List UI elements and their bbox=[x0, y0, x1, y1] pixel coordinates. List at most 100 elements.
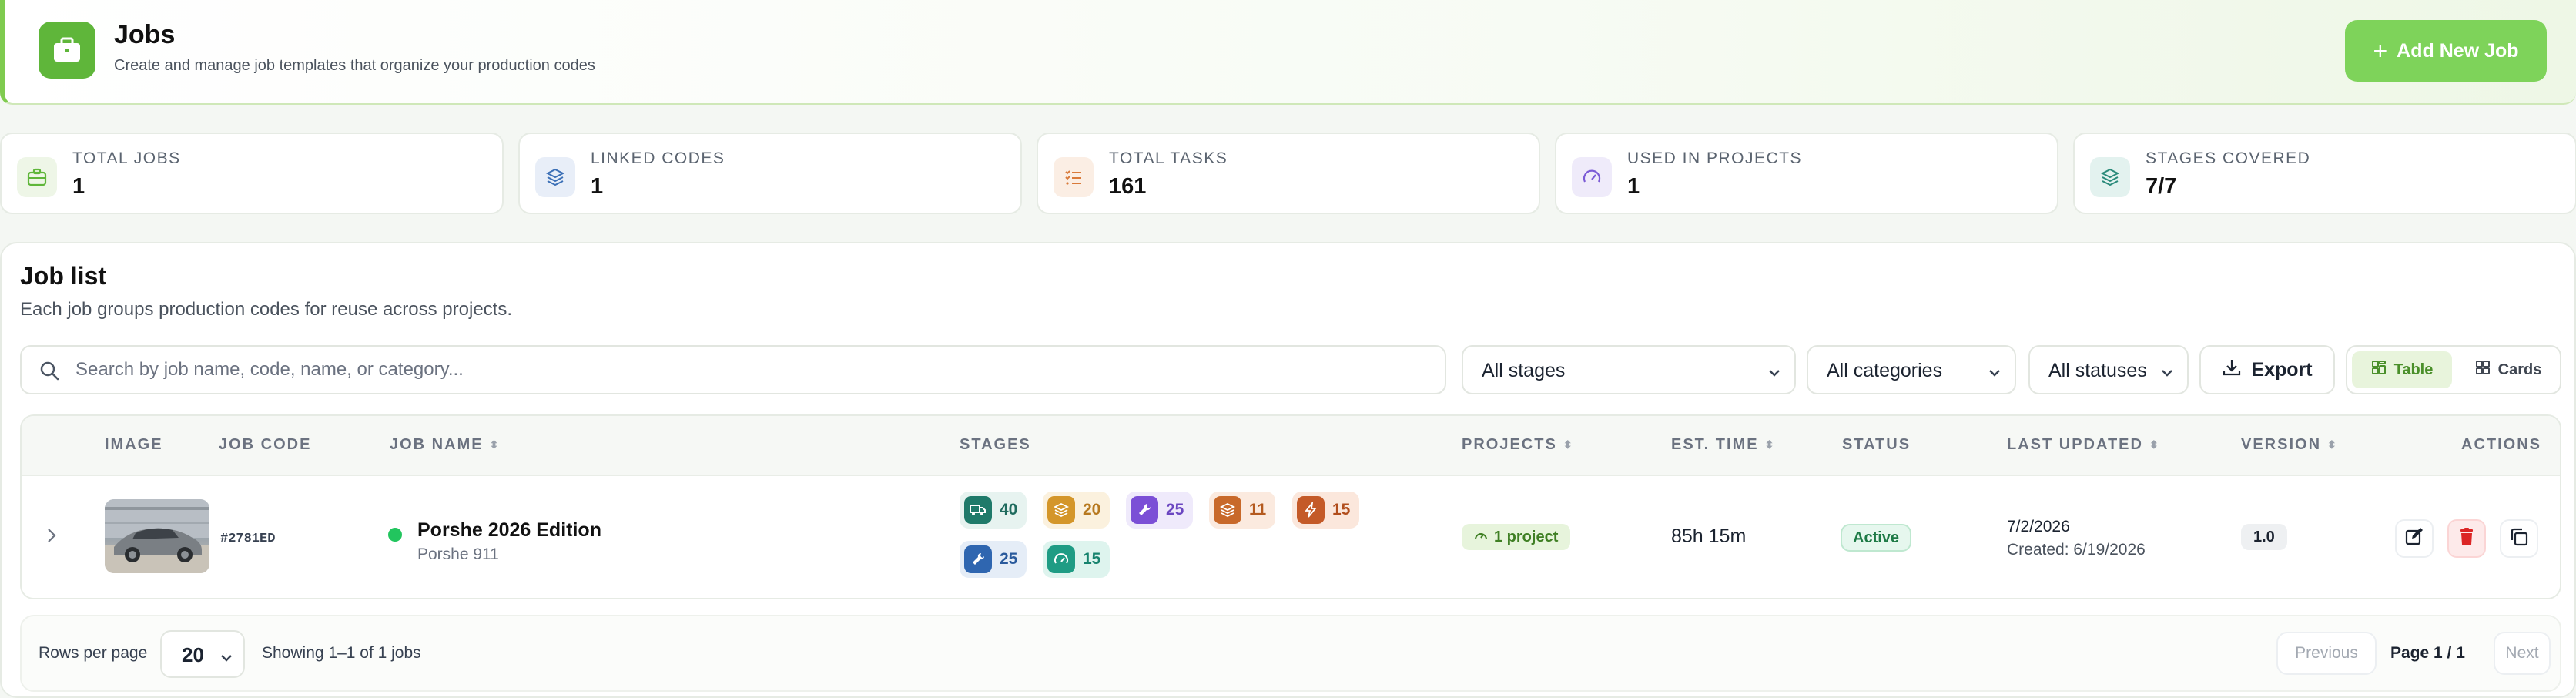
edit-button[interactable] bbox=[2395, 519, 2434, 558]
stage-chip[interactable]: 15 bbox=[1292, 492, 1360, 529]
stage-count: 11 bbox=[1249, 501, 1267, 518]
page-subtitle: Create and manage job templates that org… bbox=[114, 57, 595, 74]
stage-count: 20 bbox=[1083, 501, 1101, 518]
sort-icon: ⬍ bbox=[2149, 438, 2159, 451]
stat-label: STAGES COVERED bbox=[2146, 149, 2311, 167]
bolt-icon bbox=[1297, 496, 1325, 524]
export-button[interactable]: Export bbox=[2199, 345, 2335, 394]
last-updated-date: 7/2/2026 bbox=[2007, 518, 2070, 535]
briefcase-icon bbox=[17, 157, 57, 197]
created-date: Created: 6/19/2026 bbox=[2007, 541, 2146, 559]
job-subtitle: Porshe 911 bbox=[417, 545, 499, 563]
categories-filter-select[interactable]: All categories bbox=[1807, 345, 2016, 394]
stat-value: 1 bbox=[72, 174, 85, 199]
gauge-icon bbox=[1474, 529, 1488, 546]
checklist-icon bbox=[1054, 157, 1094, 197]
column-header-projects[interactable]: PROJECTS ⬍ bbox=[1462, 436, 1573, 454]
stage-chip[interactable]: 25 bbox=[960, 541, 1027, 578]
copy-icon bbox=[2509, 527, 2529, 551]
chevron-down-icon bbox=[1987, 364, 2002, 386]
add-new-job-button[interactable]: + Add New Job bbox=[2345, 20, 2547, 82]
cards-grid-icon bbox=[2475, 360, 2491, 380]
edit-icon bbox=[2404, 527, 2424, 551]
estimated-time: 85h 15m bbox=[1671, 525, 1747, 547]
search-input[interactable] bbox=[75, 354, 1431, 385]
table-grid-icon bbox=[2371, 360, 2387, 380]
wrench-icon bbox=[1131, 496, 1158, 524]
stat-value: 1 bbox=[1627, 174, 1640, 199]
column-header-last-updated[interactable]: LAST UPDATED ⬍ bbox=[2007, 436, 2159, 454]
table-row[interactable]: #2781ED Porshe 2026 Edition Porshe 911 4… bbox=[22, 476, 2560, 598]
stat-value: 7/7 bbox=[2146, 174, 2177, 199]
statuses-filter-value: All statuses bbox=[2048, 360, 2147, 381]
view-cards-button[interactable]: Cards bbox=[2458, 351, 2558, 388]
job-list-subtitle: Each job groups production codes for reu… bbox=[20, 299, 513, 320]
column-header-version[interactable]: VERSION ⬍ bbox=[2241, 436, 2336, 454]
search-box bbox=[20, 345, 1446, 394]
chevron-down-icon bbox=[1767, 364, 1782, 386]
job-list-title: Job list bbox=[20, 262, 107, 290]
stage-chip[interactable]: 25 bbox=[1126, 492, 1194, 529]
statuses-filter-select[interactable]: All statuses bbox=[2028, 345, 2189, 394]
wrench-icon bbox=[964, 545, 992, 573]
layers-icon bbox=[535, 157, 575, 197]
gauge-icon bbox=[1572, 157, 1612, 197]
column-header-job-name[interactable]: JOB NAME ⬍ bbox=[390, 436, 498, 454]
column-header-stages: STAGES bbox=[960, 436, 1031, 453]
layers-icon bbox=[1047, 496, 1075, 524]
view-table-button[interactable]: Table bbox=[2352, 351, 2452, 388]
stat-used-in-projects: USED IN PROJECTS 1 bbox=[1555, 133, 2058, 214]
view-table-label: Table bbox=[2393, 361, 2434, 378]
table-header: IMAGE JOB CODE JOB NAME ⬍ STAGES PROJECTS… bbox=[22, 416, 2560, 476]
column-header-actions: ACTIONS bbox=[2461, 436, 2541, 453]
stat-stages-covered: STAGES COVERED 7/7 bbox=[2073, 133, 2576, 214]
projects-count: 1 project bbox=[1494, 528, 1559, 545]
projects-badge[interactable]: 1 project bbox=[1462, 524, 1571, 550]
stat-label: LINKED CODES bbox=[591, 149, 725, 167]
version-badge: 1.0 bbox=[2241, 524, 2287, 550]
stage-count: 40 bbox=[1000, 501, 1018, 518]
column-header-est-time[interactable]: EST. TIME ⬍ bbox=[1671, 436, 1774, 454]
sort-icon: ⬍ bbox=[2327, 438, 2336, 451]
delete-button[interactable] bbox=[2447, 519, 2486, 558]
stat-label: TOTAL JOBS bbox=[72, 149, 181, 167]
add-new-job-label: Add New Job bbox=[2397, 39, 2519, 62]
page-title: Jobs bbox=[114, 20, 176, 49]
stat-label: USED IN PROJECTS bbox=[1627, 149, 1803, 167]
chevron-down-icon bbox=[2159, 364, 2175, 386]
pagination-footer: Rows per page 20 Showing 1–1 of 1 jobs P… bbox=[20, 615, 2561, 692]
next-page-button[interactable]: Next bbox=[2494, 632, 2551, 675]
column-header-status: STATUS bbox=[1842, 436, 1911, 453]
stages-filter-value: All stages bbox=[1482, 360, 1566, 381]
job-name[interactable]: Porshe 2026 Edition bbox=[417, 519, 601, 542]
stage-chip[interactable]: 15 bbox=[1043, 541, 1110, 578]
page-header: Jobs Create and manage job templates tha… bbox=[0, 0, 2576, 105]
rows-per-page-select[interactable]: 20 bbox=[160, 630, 245, 678]
jobs-table: IMAGE JOB CODE JOB NAME ⬍ STAGES PROJECTS… bbox=[20, 414, 2561, 599]
download-icon bbox=[2222, 357, 2242, 383]
status-badge: Active bbox=[1841, 524, 1912, 552]
stage-chip[interactable]: 20 bbox=[1043, 492, 1110, 529]
export-label: Export bbox=[2251, 358, 2313, 381]
chevron-down-icon bbox=[219, 647, 234, 671]
status-dot bbox=[388, 528, 402, 542]
showing-count: Showing 1–1 of 1 jobs bbox=[262, 644, 421, 662]
column-header-image: IMAGE bbox=[105, 436, 163, 453]
search-icon bbox=[39, 360, 60, 385]
column-header-job-code: JOB CODE bbox=[219, 436, 312, 453]
layers-icon bbox=[1214, 496, 1241, 524]
duplicate-button[interactable] bbox=[2500, 519, 2538, 558]
stage-chip[interactable]: 40 bbox=[960, 492, 1027, 529]
stat-total-tasks: TOTAL TASKS 161 bbox=[1037, 133, 1540, 214]
layers-icon bbox=[2090, 157, 2130, 197]
plus-icon: + bbox=[2373, 37, 2388, 65]
stage-count: 25 bbox=[1000, 550, 1018, 568]
chevron-right-icon[interactable] bbox=[42, 525, 62, 549]
stage-chip[interactable]: 11 bbox=[1209, 492, 1276, 529]
stages-filter-select[interactable]: All stages bbox=[1462, 345, 1796, 394]
job-list-panel: Job list Each job groups production code… bbox=[0, 242, 2576, 698]
previous-page-button[interactable]: Previous bbox=[2276, 632, 2377, 675]
page-indicator: Page 1 / 1 bbox=[2390, 644, 2465, 662]
sort-icon: ⬍ bbox=[489, 438, 499, 451]
stat-value: 1 bbox=[591, 174, 604, 199]
